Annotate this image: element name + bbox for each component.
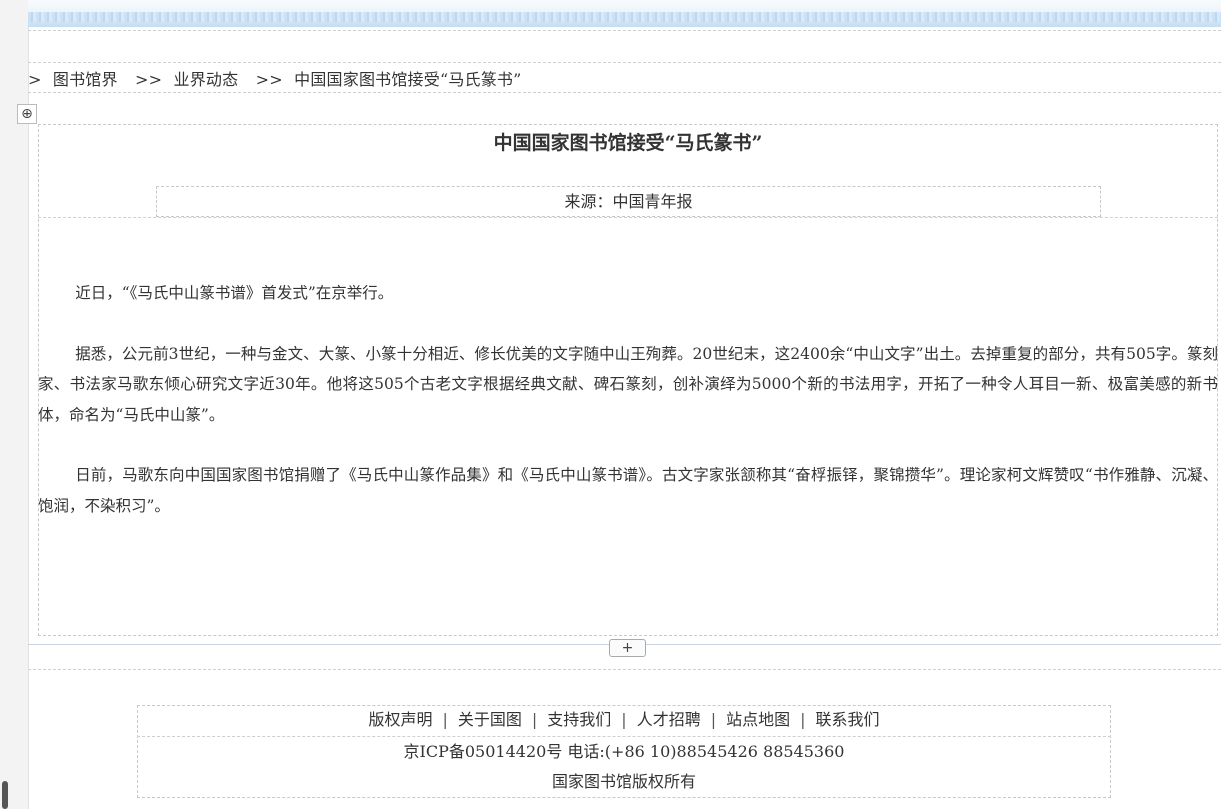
footer-link-divider: | (531, 710, 538, 729)
banner-pattern (28, 12, 1221, 22)
article-paragraph: 近日，“《马氏中山篆书谱》首发式”在京举行。 (75, 284, 394, 302)
article-paragraph: 据悉，公元前3世纪，一种与金文、大篆、小篆十分相近、修长优美的文字随中山王殉葬。… (38, 344, 1219, 424)
top-banner (28, 0, 1221, 27)
layout-guide (38, 217, 1218, 218)
move-handle-icon[interactable]: ⊕ (17, 104, 37, 124)
article-title: 中国国家图书馆接受“马氏篆书” (493, 132, 763, 154)
scrollbar-thumb[interactable] (2, 781, 8, 809)
breadcrumb-leading-arrow: > (28, 70, 42, 89)
layout-guide (137, 736, 1111, 737)
footer-link-support[interactable]: 支持我们 (547, 710, 611, 729)
footer-copyright: 国家图书馆版权所有 (551, 772, 696, 791)
layout-guide (28, 30, 1221, 31)
footer-link-sitemap[interactable]: 站点地图 (726, 710, 790, 729)
footer-link-divider: | (621, 710, 627, 729)
breadcrumb-item-current: 中国国家图书馆接受“马氏篆书” (294, 70, 522, 89)
footer-link-divider: | (442, 710, 448, 729)
layout-guide (28, 669, 1221, 670)
article-paragraph: 日前，马歌东向中国国家图书馆捐赠了《马氏中山篆作品集》和《马氏中山篆书谱》。古文… (38, 466, 1218, 515)
footer-link-divider: | (710, 710, 717, 729)
footer-link-copyright[interactable]: 版权声明 (368, 710, 432, 729)
footer-links: 版权声明 | 关于国图 | 支持我们 | 人才招聘 | 站点地图 | 联系我们 (137, 706, 1111, 736)
breadcrumb-separator: >> (135, 70, 163, 89)
breadcrumb-separator: >> (255, 70, 283, 89)
footer-icp: 京ICP备05014420号 电话:(+86 10)88545426 88545… (403, 742, 845, 761)
article-body: 近日，“《马氏中山篆书谱》首发式”在京举行。 据悉，公元前3世纪，一种与金文、大… (38, 278, 1218, 551)
article-source: 来源：中国青年报 (156, 186, 1101, 217)
footer-link-divider: | (800, 710, 806, 729)
add-row-button[interactable]: + (609, 639, 646, 657)
breadcrumb-item-library-world[interactable]: 图书馆界 (53, 70, 118, 89)
breadcrumb-item-industry-news[interactable]: 业界动态 (174, 70, 239, 89)
footer-link-about[interactable]: 关于国图 (458, 710, 522, 729)
breadcrumb: > 图书馆界 >> 业界动态 >> 中国国家图书馆接受“马氏篆书” (28, 66, 528, 90)
layout-guide (28, 62, 1221, 63)
layout-guide (28, 92, 1221, 93)
footer-link-contact[interactable]: 联系我们 (816, 710, 880, 729)
footer-link-careers[interactable]: 人才招聘 (637, 710, 701, 729)
